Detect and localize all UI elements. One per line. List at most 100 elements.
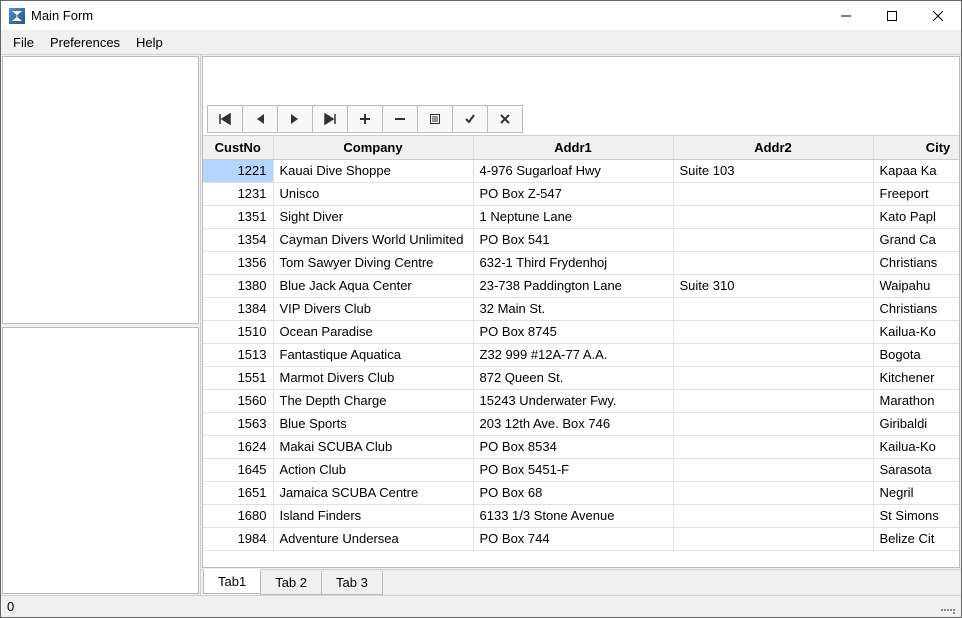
insert-button[interactable] (347, 105, 383, 133)
cell-addr1[interactable]: 872 Queen St. (473, 366, 673, 389)
cell-city[interactable]: St Simons (873, 504, 959, 527)
cell-city[interactable]: Christians (873, 251, 959, 274)
menu-preferences[interactable]: Preferences (42, 33, 128, 52)
table-row[interactable]: 1984Adventure UnderseaPO Box 744Belize C… (203, 527, 959, 550)
tab-2[interactable]: Tab 3 (321, 571, 383, 595)
cell-addr1[interactable]: 4-976 Sugarloaf Hwy (473, 159, 673, 182)
cell-addr1[interactable]: 32 Main St. (473, 297, 673, 320)
prev-button[interactable] (242, 105, 278, 133)
cell-addr2[interactable] (673, 228, 873, 251)
cell-custno[interactable]: 1645 (203, 458, 273, 481)
cell-city[interactable]: Freeport (873, 182, 959, 205)
table-row[interactable]: 1231UniscoPO Box Z-547 Freeport (203, 182, 959, 205)
table-row[interactable]: 1551Marmot Divers Club872 Queen St. Kitch… (203, 366, 959, 389)
tab-1[interactable]: Tab 2 (260, 571, 322, 595)
cell-custno[interactable]: 1510 (203, 320, 273, 343)
table-row[interactable]: 1356Tom Sawyer Diving Centre632-1 Third … (203, 251, 959, 274)
cell-addr1[interactable]: PO Box 541 (473, 228, 673, 251)
cell-company[interactable]: Kauai Dive Shoppe (273, 159, 473, 182)
cell-custno[interactable]: 1351 (203, 205, 273, 228)
next-button[interactable] (277, 105, 313, 133)
menu-help[interactable]: Help (128, 33, 171, 52)
cell-company[interactable]: Blue Sports (273, 412, 473, 435)
cell-company[interactable]: Jamaica SCUBA Centre (273, 481, 473, 504)
cell-city[interactable]: Kitchener (873, 366, 959, 389)
table-row[interactable]: 1651Jamaica SCUBA CentrePO Box 68Negril (203, 481, 959, 504)
cell-addr2[interactable] (673, 481, 873, 504)
data-grid[interactable]: CustNo Company Addr1 Addr2 City 1221Kaua… (203, 135, 959, 567)
cell-city[interactable]: Waipahu (873, 274, 959, 297)
first-button[interactable] (207, 105, 243, 133)
cell-addr1[interactable]: PO Box Z-547 (473, 182, 673, 205)
cell-company[interactable]: Ocean Paradise (273, 320, 473, 343)
cell-company[interactable]: Cayman Divers World Unlimited (273, 228, 473, 251)
cell-company[interactable]: Sight Diver (273, 205, 473, 228)
table-row[interactable]: 1354Cayman Divers World UnlimitedPO Box … (203, 228, 959, 251)
table-row[interactable]: 1624Makai SCUBA ClubPO Box 8534Kailua-Ko (203, 435, 959, 458)
cell-addr1[interactable]: 23-738 Paddington Lane (473, 274, 673, 297)
cell-city[interactable]: Kailua-Ko (873, 435, 959, 458)
cell-custno[interactable]: 1380 (203, 274, 273, 297)
cell-custno[interactable]: 1560 (203, 389, 273, 412)
cell-addr2[interactable] (673, 182, 873, 205)
cell-city[interactable]: Christians (873, 297, 959, 320)
table-row[interactable]: 1384VIP Divers Club32 Main St.Christians (203, 297, 959, 320)
cell-company[interactable]: The Depth Charge (273, 389, 473, 412)
cell-city[interactable]: Kato Papl (873, 205, 959, 228)
cell-addr2[interactable] (673, 527, 873, 550)
cell-addr2[interactable] (673, 343, 873, 366)
cell-city[interactable]: Bogota (873, 343, 959, 366)
table-row[interactable]: 1351Sight Diver1 Neptune Lane Kato Papl (203, 205, 959, 228)
col-header-addr2[interactable]: Addr2 (673, 136, 873, 159)
cell-addr2[interactable] (673, 412, 873, 435)
cell-company[interactable]: Makai SCUBA Club (273, 435, 473, 458)
cell-custno[interactable]: 1680 (203, 504, 273, 527)
cell-custno[interactable]: 1551 (203, 366, 273, 389)
edit-button[interactable] (417, 105, 453, 133)
table-row[interactable]: 1560The Depth Charge15243 Underwater Fwy… (203, 389, 959, 412)
cell-addr2[interactable]: Suite 103 (673, 159, 873, 182)
cell-addr1[interactable]: 15243 Underwater Fwy. (473, 389, 673, 412)
cell-custno[interactable]: 1356 (203, 251, 273, 274)
cell-addr1[interactable]: Z32 999 #12A-77 A.A. (473, 343, 673, 366)
col-header-addr1[interactable]: Addr1 (473, 136, 673, 159)
cell-custno[interactable]: 1221 (203, 159, 273, 182)
cell-company[interactable]: Blue Jack Aqua Center (273, 274, 473, 297)
cell-company[interactable]: Tom Sawyer Diving Centre (273, 251, 473, 274)
cell-addr1[interactable]: PO Box 744 (473, 527, 673, 550)
cell-city[interactable]: Belize Cit (873, 527, 959, 550)
cell-addr1[interactable]: 1 Neptune Lane (473, 205, 673, 228)
last-button[interactable] (312, 105, 348, 133)
col-header-company[interactable]: Company (273, 136, 473, 159)
cell-custno[interactable]: 1231 (203, 182, 273, 205)
cell-addr1[interactable]: PO Box 5451-F (473, 458, 673, 481)
cell-addr2[interactable] (673, 205, 873, 228)
cell-addr2[interactable] (673, 251, 873, 274)
cell-addr1[interactable]: 632-1 Third Frydenhoj (473, 251, 673, 274)
cell-addr1[interactable]: PO Box 8534 (473, 435, 673, 458)
cell-city[interactable]: Kailua-Ko (873, 320, 959, 343)
cell-company[interactable]: Marmot Divers Club (273, 366, 473, 389)
maximize-button[interactable] (869, 1, 915, 31)
cell-city[interactable]: Giribaldi (873, 412, 959, 435)
cell-addr2[interactable] (673, 435, 873, 458)
cell-addr2[interactable] (673, 458, 873, 481)
cell-company[interactable]: Unisco (273, 182, 473, 205)
resize-grip-icon[interactable] (941, 600, 955, 614)
cell-custno[interactable]: 1513 (203, 343, 273, 366)
cell-city[interactable]: Kapaa Ka (873, 159, 959, 182)
delete-button[interactable] (382, 105, 418, 133)
post-button[interactable] (452, 105, 488, 133)
table-row[interactable]: 1513Fantastique AquaticaZ32 999 #12A-77 … (203, 343, 959, 366)
table-row[interactable]: 1680Island Finders6133 1/3 Stone AvenueS… (203, 504, 959, 527)
cell-custno[interactable]: 1651 (203, 481, 273, 504)
cell-city[interactable]: Negril (873, 481, 959, 504)
cell-custno[interactable]: 1563 (203, 412, 273, 435)
cell-addr2[interactable] (673, 389, 873, 412)
cell-addr2[interactable] (673, 320, 873, 343)
cell-company[interactable]: VIP Divers Club (273, 297, 473, 320)
cell-addr2[interactable] (673, 504, 873, 527)
menu-file[interactable]: File (5, 33, 42, 52)
cell-company[interactable]: Fantastique Aquatica (273, 343, 473, 366)
cell-company[interactable]: Adventure Undersea (273, 527, 473, 550)
